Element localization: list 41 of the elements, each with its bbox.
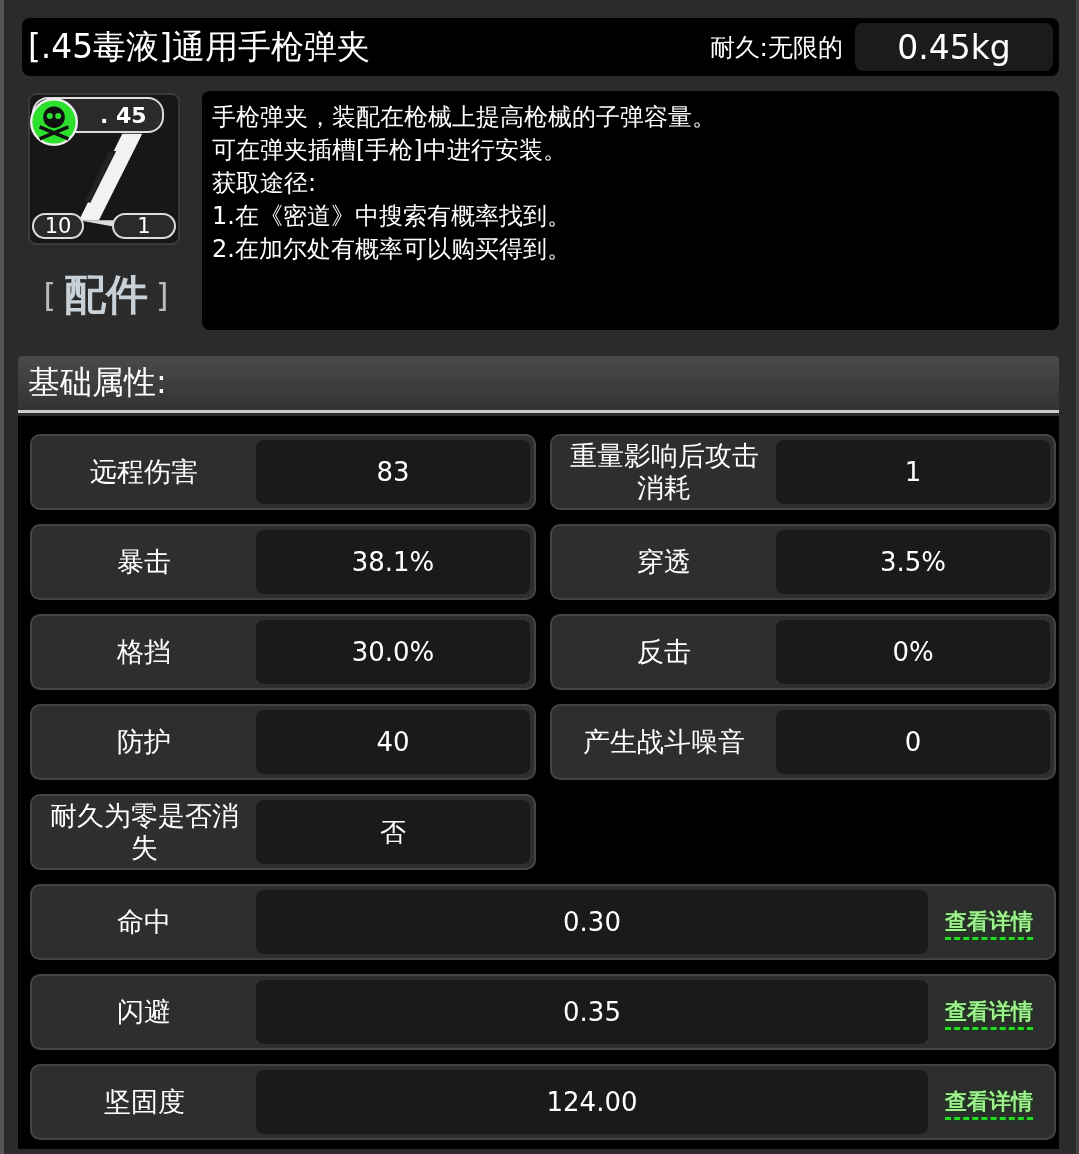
stat-label: 暴击 bbox=[116, 546, 172, 578]
description-line: 获取途径: bbox=[212, 168, 318, 199]
count-pill: 10 bbox=[32, 213, 84, 239]
description-line: 手枪弹夹，装配在枪械上提高枪械的子弹容量。 bbox=[212, 102, 717, 133]
stat-value: 0.30 bbox=[256, 890, 928, 954]
stat-value: 83 bbox=[256, 440, 530, 504]
stat-value: 40 bbox=[256, 710, 530, 774]
description-line: 可在弹夹插槽[手枪]中进行安装。 bbox=[212, 135, 568, 166]
stat-value: 否 bbox=[256, 800, 530, 864]
bracket: [ bbox=[43, 276, 56, 314]
details-link[interactable]: 查看详情 bbox=[928, 997, 1050, 1027]
stat-value: 30.0% bbox=[256, 620, 530, 684]
stat-value: 38.1% bbox=[256, 530, 530, 594]
category-label: 配件 bbox=[64, 269, 148, 321]
bracket: ] bbox=[156, 276, 169, 314]
weight-value: 0.45kg bbox=[855, 23, 1053, 71]
stat-label: 坚固度 bbox=[102, 1086, 186, 1118]
description-line: 2.在加尔处有概率可以购买得到。 bbox=[212, 234, 572, 265]
stat-label: 远程伤害 bbox=[89, 456, 199, 488]
stat-label: 穿透 bbox=[636, 546, 692, 578]
section-title: 基础属性: bbox=[28, 362, 167, 403]
stat-label: 产生战斗噪音 bbox=[582, 726, 746, 758]
stat-value: 0 bbox=[776, 710, 1050, 774]
stat-value: 0% bbox=[776, 620, 1050, 684]
stat-label: 重量影响后攻击消耗 bbox=[568, 440, 760, 504]
stat-label: 命中 bbox=[116, 906, 172, 938]
count-pill: 1 bbox=[112, 213, 176, 239]
stat-label: 反击 bbox=[636, 636, 692, 668]
stat-value: 124.00 bbox=[256, 1070, 928, 1134]
stat-value: 1 bbox=[776, 440, 1050, 504]
stat-value: 3.5% bbox=[776, 530, 1050, 594]
stat-label: 耐久为零是否消失 bbox=[48, 800, 240, 864]
stat-label: 闪避 bbox=[116, 996, 172, 1028]
details-link[interactable]: 查看详情 bbox=[928, 1087, 1050, 1117]
description-line: 1.在《密道》中搜索有概率找到。 bbox=[212, 201, 572, 232]
stat-label: 格挡 bbox=[116, 636, 172, 668]
stat-value: 0.35 bbox=[256, 980, 928, 1044]
durability-label: 耐久:无限的 bbox=[709, 31, 843, 64]
details-link[interactable]: 查看详情 bbox=[928, 907, 1050, 937]
stat-label: 防护 bbox=[116, 726, 172, 758]
item-title: [.45毒液]通用手枪弹夹 bbox=[28, 25, 372, 68]
